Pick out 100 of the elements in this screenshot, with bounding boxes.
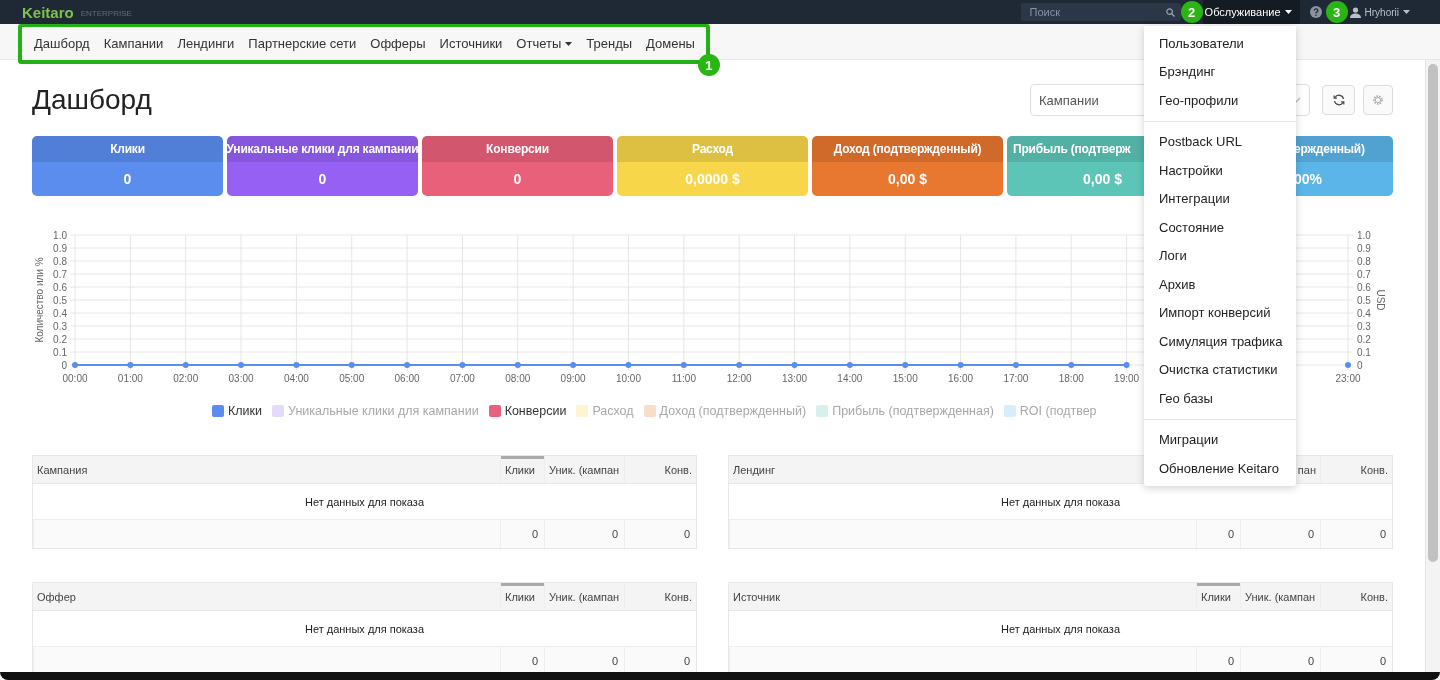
total-cell: 0 bbox=[1240, 520, 1320, 548]
column-header[interactable]: Оффер bbox=[33, 583, 500, 610]
menu-item[interactable]: Очистка статистики bbox=[1144, 355, 1296, 384]
menu-item[interactable]: Симуляция трафика bbox=[1144, 327, 1296, 356]
menu-item[interactable]: Пользователи bbox=[1144, 29, 1296, 58]
column-header[interactable]: Конв. bbox=[1320, 456, 1392, 483]
x-tick-label: 15:00 bbox=[892, 373, 918, 384]
x-tick-label: 06:00 bbox=[394, 373, 420, 384]
gear-icon bbox=[1372, 94, 1384, 106]
stat-label: Уникальные клики для кампании bbox=[227, 142, 418, 156]
service-menu-button[interactable]: Обслуживание bbox=[1202, 0, 1300, 24]
column-header[interactable]: Клики bbox=[500, 583, 544, 610]
column-header[interactable]: Конв. bbox=[1320, 583, 1392, 610]
column-header[interactable]: Уник. (кампан bbox=[544, 583, 624, 610]
stat-label: Клики bbox=[110, 142, 145, 156]
menu-item[interactable]: Интеграции bbox=[1144, 184, 1296, 213]
nav-link[interactable]: Партнерские сети bbox=[241, 28, 364, 59]
menu-item[interactable]: Архив bbox=[1144, 270, 1296, 299]
stat-value: 0,0000 $ bbox=[685, 171, 740, 187]
y-tick-label: 0.4 bbox=[53, 307, 67, 319]
menu-item[interactable]: Настройки bbox=[1144, 156, 1296, 185]
total-cell: 0 bbox=[624, 520, 696, 548]
empty-message: Нет данных для показа bbox=[304, 622, 425, 635]
nav-link[interactable]: Офферы bbox=[363, 28, 433, 59]
step-badge: 1 bbox=[697, 54, 720, 76]
x-tick-label: 07:00 bbox=[449, 373, 475, 384]
column-header[interactable]: Клики bbox=[500, 456, 544, 483]
x-tick-label: 16:00 bbox=[948, 373, 974, 384]
y-axis-title: USD bbox=[1375, 289, 1386, 311]
x-tick-label: 14:00 bbox=[837, 373, 863, 384]
y-tick-label: 0.1 bbox=[1357, 346, 1371, 358]
scrollbar[interactable] bbox=[1425, 60, 1440, 672]
nav-link[interactable]: Лендинги bbox=[170, 28, 242, 59]
user-menu-button[interactable]: Hryhorii bbox=[1347, 6, 1410, 18]
x-tick-label: 18:00 bbox=[1058, 373, 1084, 384]
menu-item[interactable]: Гео базы bbox=[1144, 384, 1296, 413]
x-tick-label: 11:00 bbox=[671, 373, 696, 384]
y-tick-label: 1.0 bbox=[1357, 229, 1371, 241]
scrollbar-thumb[interactable] bbox=[1428, 64, 1438, 562]
x-tick-label: 04:00 bbox=[283, 373, 309, 384]
x-tick-label: 00:00 bbox=[62, 373, 88, 384]
y-tick-label: 0.7 bbox=[1357, 268, 1371, 280]
column-header[interactable]: Источник bbox=[729, 583, 1196, 610]
column-header[interactable]: Конв. bbox=[624, 583, 696, 610]
menu-item[interactable]: Обновление Keitaro bbox=[1144, 454, 1296, 483]
y-tick-label: 0.5 bbox=[53, 294, 67, 306]
menu-item[interactable]: Миграции bbox=[1144, 425, 1296, 454]
stat-value: 0,00 $ bbox=[1083, 171, 1122, 187]
menu-item[interactable]: Postback URL bbox=[1144, 127, 1296, 156]
column-header[interactable]: Конв. bbox=[624, 456, 696, 483]
total-cell: 0 bbox=[1196, 520, 1240, 548]
x-tick-label: 10:00 bbox=[615, 373, 641, 384]
settings-button[interactable] bbox=[1363, 85, 1393, 115]
menu-item[interactable]: Брэндинг bbox=[1144, 57, 1296, 86]
stat-label: Конверсии bbox=[486, 142, 549, 156]
y-tick-label: 0.6 bbox=[53, 281, 67, 293]
menu-item[interactable]: Импорт конверсий bbox=[1144, 298, 1296, 327]
nav-link[interactable]: Отчеты bbox=[509, 28, 580, 59]
caret-icon bbox=[1403, 10, 1410, 14]
y-tick-label: 0.1 bbox=[53, 346, 67, 358]
caret-icon bbox=[1284, 10, 1292, 14]
y-tick-label: 0.2 bbox=[1357, 333, 1371, 345]
y-tick-label: 0.3 bbox=[53, 320, 67, 332]
page-title: Дашборд bbox=[32, 84, 153, 116]
x-tick-label: 13:00 bbox=[782, 373, 808, 384]
column-header[interactable]: Кампания bbox=[33, 456, 500, 483]
nav-link[interactable]: Тренды bbox=[579, 28, 640, 59]
column-header[interactable]: Уник. (кампан bbox=[544, 456, 624, 483]
stat-value: 0 bbox=[123, 171, 132, 187]
help-icon[interactable] bbox=[1309, 6, 1322, 18]
menu-item[interactable]: Гео-профили bbox=[1144, 86, 1296, 115]
nav-link[interactable]: Кампании bbox=[96, 28, 171, 59]
step-badge: 3 bbox=[1325, 1, 1348, 23]
y-tick-label: 0 bbox=[61, 359, 67, 371]
empty-message: Нет данных для показа bbox=[304, 495, 425, 508]
logo[interactable]: Keitaro bbox=[22, 3, 74, 21]
search-field[interactable]: Поиск bbox=[1020, 3, 1181, 21]
refresh-button[interactable] bbox=[1322, 85, 1355, 115]
edition-label: ENTERPRISE bbox=[80, 9, 132, 18]
menu-item[interactable]: Логи bbox=[1144, 241, 1296, 270]
legend-item[interactable]: Клики bbox=[212, 404, 262, 418]
user-icon bbox=[1349, 6, 1361, 18]
stat-value: 0,00 $ bbox=[888, 171, 927, 187]
nav-link[interactable]: Дашборд bbox=[27, 28, 97, 59]
y-tick-label: 0.5 bbox=[1357, 294, 1371, 306]
search-icon bbox=[1165, 8, 1175, 17]
column-header[interactable]: Клики bbox=[1196, 583, 1240, 610]
y-tick-label: 0.6 bbox=[1357, 281, 1371, 293]
total-cell: 0 bbox=[544, 520, 624, 548]
column-header[interactable]: Уник. (кампан bbox=[1240, 583, 1320, 610]
stat-label: Доход (подтвержденный) bbox=[833, 142, 982, 156]
x-tick-label: 12:00 bbox=[726, 373, 752, 384]
stat-value: 0 bbox=[513, 171, 522, 187]
total-cell: 0 bbox=[500, 520, 544, 548]
legend-item[interactable]: Конверсии bbox=[488, 404, 567, 418]
menu-item[interactable]: Состояние bbox=[1144, 213, 1296, 242]
y-tick-label: 0.9 bbox=[1357, 242, 1371, 254]
y-tick-label: 0.9 bbox=[53, 242, 67, 254]
empty-message: Нет данных для показа bbox=[1000, 622, 1121, 635]
nav-link[interactable]: Источники bbox=[432, 28, 510, 59]
